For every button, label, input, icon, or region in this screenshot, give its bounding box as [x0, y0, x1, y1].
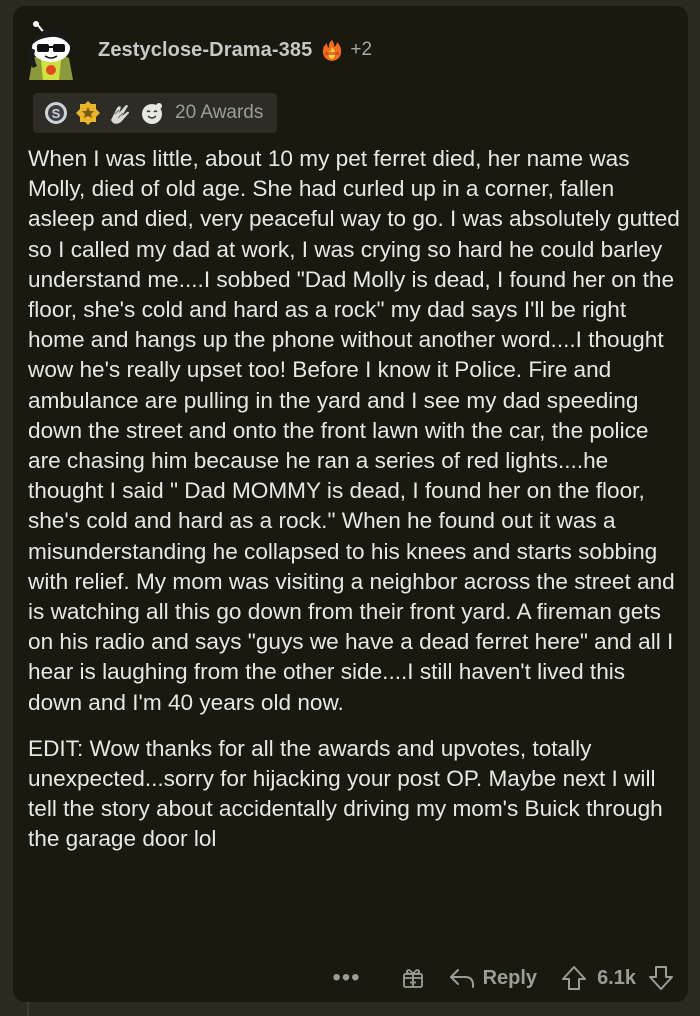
comment-body: When I was little, about 10 my pet ferre…: [28, 144, 680, 855]
more-options-button[interactable]: •••: [332, 966, 360, 990]
reply-label: Reply: [482, 966, 538, 989]
comment-paragraph: When I was little, about 10 my pet ferre…: [28, 146, 680, 715]
awards-bar[interactable]: S 20 Awards: [33, 93, 278, 133]
gift-award-icon[interactable]: [401, 966, 425, 990]
reply-button[interactable]: Reply: [449, 967, 537, 990]
silver-award-icon: S: [43, 100, 69, 126]
fire-award-icon[interactable]: [320, 38, 344, 62]
avatar[interactable]: [23, 20, 79, 80]
username[interactable]: Zestyclose-Drama-385: [98, 39, 312, 62]
wholesome-award-icon: [139, 100, 165, 126]
comment-card: Zestyclose-Drama-385 +2 S 20 Awards When…: [13, 6, 688, 1002]
gold-award-icon: [75, 100, 101, 126]
extra-flair-count[interactable]: +2: [350, 39, 372, 61]
svg-text:S: S: [52, 106, 61, 121]
awards-count: 20 Awards: [175, 102, 264, 123]
reply-arrow-icon: [449, 967, 475, 989]
hands-award-icon: [107, 100, 133, 126]
comment-header: Zestyclose-Drama-385 +2: [23, 18, 372, 82]
downvote-arrow-icon[interactable]: [648, 965, 674, 991]
vote-score: 6.1k: [597, 966, 636, 989]
upvote-arrow-icon[interactable]: [561, 965, 587, 991]
comment-edit-paragraph: EDIT: Wow thanks for all the awards and …: [28, 735, 663, 852]
comment-actions: ••• Reply 6.1k: [332, 958, 674, 998]
thread-line: [27, 1002, 29, 1016]
